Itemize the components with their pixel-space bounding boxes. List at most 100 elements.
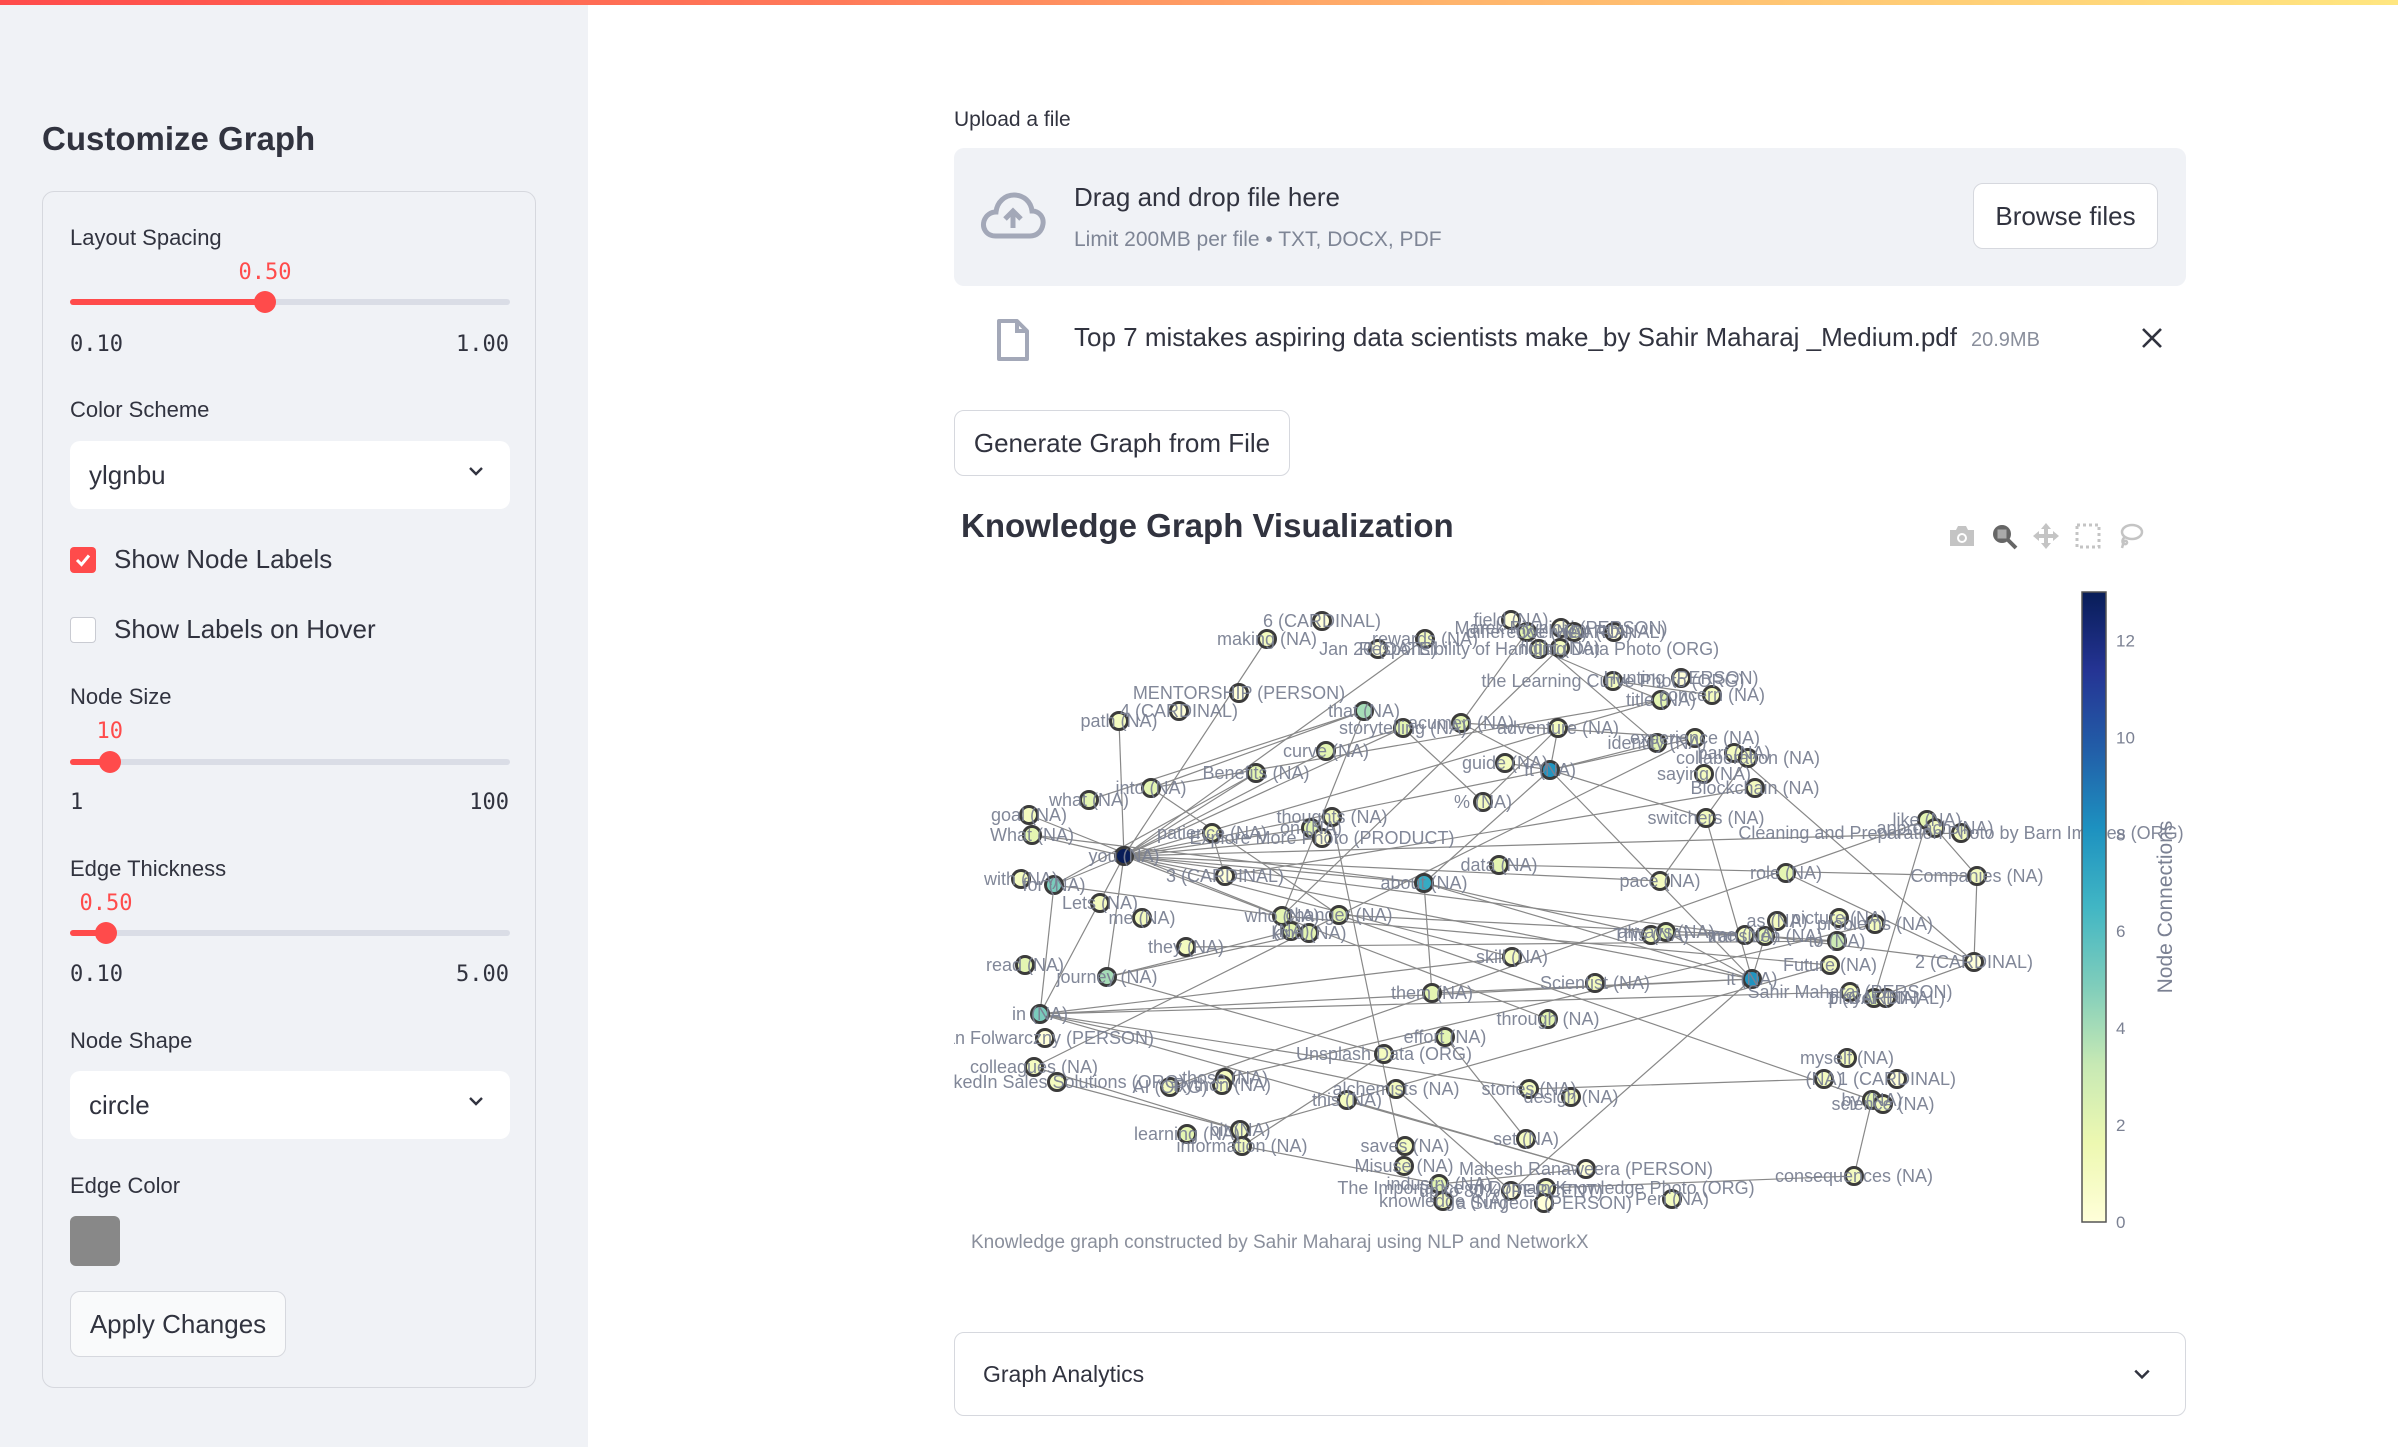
- node-label: making (NA): [1217, 629, 1317, 649]
- node-label: through (NA): [1496, 1009, 1599, 1029]
- zoom-icon[interactable]: [1990, 522, 2018, 550]
- node-shape-label: Node Shape: [70, 1028, 193, 1053]
- uploaded-file: Top 7 mistakes aspiring data scientists …: [954, 310, 2186, 372]
- layout-spacing-value: 0.50: [238, 260, 292, 285]
- chevron-down-icon: [469, 1097, 483, 1106]
- layout-spacing-min: 0.10: [70, 332, 123, 357]
- node-label: Blockchain (NA): [1690, 778, 1819, 798]
- node-label: MENTORSHIP (PERSON): [1133, 683, 1345, 703]
- node-label: title (NA): [1626, 690, 1696, 710]
- pan-icon[interactable]: [2032, 522, 2060, 550]
- node-shape-select[interactable]: circle: [70, 1071, 510, 1139]
- node-label: science (NA): [1831, 1094, 1934, 1114]
- knowledge-graph-plot[interactable]: 6 (CARDINAL)making (NA) rewards (NA)Jan 2…: [954, 580, 2186, 1260]
- generate-graph-button[interactable]: Generate Graph from File: [954, 410, 1290, 476]
- node-label: data (NA): [1460, 855, 1537, 875]
- show-node-labels-label: Show Node Labels: [114, 544, 333, 574]
- color-scheme-select[interactable]: ylgnbu: [70, 441, 510, 509]
- node-label: adventure (NA): [1497, 718, 1619, 738]
- node-label: about (NA): [1380, 873, 1467, 893]
- node-label: you (NA): [1088, 846, 1159, 866]
- layout-spacing-slider[interactable]: [70, 291, 510, 313]
- chart-title: Knowledge Graph Visualization: [961, 507, 1454, 544]
- chart-annotation: Knowledge graph constructed by Sahir Mah…: [971, 1232, 1589, 1253]
- node-label: role (NA): [1750, 863, 1822, 883]
- show-labels-on-hover-checkbox[interactable]: Show Labels on Hover: [70, 614, 376, 645]
- graph-analytics-expander[interactable]: Graph Analytics: [954, 1332, 2186, 1416]
- node-label: kind (NA): [1271, 923, 1346, 943]
- node-label: 3 (CARDINAL): [1166, 866, 1284, 886]
- node-label: Pen (NA): [1635, 1189, 1709, 1209]
- node-label: Jan Folwarczny (PERSON): [954, 1028, 1154, 1048]
- dropzone-title: Drag and drop file here: [1074, 182, 1340, 212]
- node-label: path (NA): [1080, 711, 1157, 731]
- colorbar-tick: 8: [2116, 825, 2125, 844]
- edge-thickness-label: Edge Thickness: [70, 856, 227, 881]
- slider-thumb[interactable]: [254, 291, 276, 313]
- labels-layer: 6 (CARDINAL)making (NA) rewards (NA)Jan 2…: [954, 610, 2184, 1213]
- apply-changes-button[interactable]: Apply Changes: [70, 1291, 286, 1357]
- node-label: pace (NA): [1619, 871, 1700, 891]
- node-label: journey (NA): [1055, 967, 1157, 987]
- node-label: alchemists (NA): [1332, 1079, 1459, 1099]
- upload-label: Upload a file: [954, 108, 1071, 131]
- color-scheme-label: Color Scheme: [70, 397, 210, 422]
- node-label: flight (NA): [1520, 638, 1600, 658]
- node-label: Companies (NA): [1910, 866, 2043, 886]
- node-label: set (NA): [1493, 1129, 1559, 1149]
- graph-edge: [1498, 864, 1978, 877]
- node-label: always (NA): [1617, 922, 1714, 942]
- box-select-icon[interactable]: [2074, 522, 2102, 550]
- graph-edge: [1423, 882, 1433, 994]
- color-scheme-value: ylgnbu: [89, 459, 166, 490]
- node-label: me (NA): [1109, 908, 1176, 928]
- layout-spacing-max: 1.00: [456, 332, 509, 357]
- node-label: goal (NA): [991, 805, 1067, 825]
- node-size-slider[interactable]: [70, 751, 510, 773]
- sidebar: Customize Graph Layout Spacing 0.50 0.10…: [0, 0, 588, 1447]
- browse-files-button[interactable]: Browse files: [1973, 183, 2158, 249]
- edge-thickness-slider[interactable]: [70, 922, 510, 944]
- show-node-labels-checkbox[interactable]: Show Node Labels: [70, 544, 332, 575]
- colorbar-gradient: [2081, 591, 2107, 1223]
- colorbar-tick: 2: [2116, 1116, 2125, 1135]
- colorbar: 0 2 4 6 8 10 12 Node Connections: [2081, 591, 2177, 1232]
- node-label: Scientist (NA): [1540, 973, 1650, 993]
- cloud-upload-icon: [981, 192, 1046, 239]
- colorbar-tick: 0: [2116, 1213, 2125, 1232]
- checkbox-unchecked-icon[interactable]: [70, 616, 96, 643]
- node-label: What (NA): [990, 825, 1074, 845]
- node-label: design (NA): [1523, 1087, 1618, 1107]
- node-label: % (NA): [1454, 792, 1512, 812]
- graph-edge: [1169, 819, 1928, 1088]
- graph-edge: [1973, 875, 1978, 963]
- camera-icon[interactable]: [1948, 522, 1976, 550]
- edge-thickness-max: 5.00: [456, 962, 509, 987]
- layout-spacing-label: Layout Spacing: [70, 225, 222, 250]
- file-dropzone[interactable]: Drag and drop file here Limit 200MB per …: [954, 148, 2186, 286]
- node-label: saves (NA): [1360, 1136, 1449, 1156]
- node-label: in (NA): [1012, 1004, 1068, 1024]
- slider-fill: [70, 299, 265, 305]
- remove-file-button[interactable]: [2140, 324, 2164, 354]
- graph-edge: [1039, 884, 1055, 1015]
- close-icon[interactable]: [2140, 326, 2164, 350]
- lasso-select-icon[interactable]: [2116, 522, 2144, 550]
- colorbar-tick: 6: [2116, 922, 2125, 941]
- colorbar-tick: 10: [2116, 728, 2135, 747]
- node-label: transition (NA): [1707, 926, 1822, 946]
- node-label: Future (NA): [1783, 955, 1877, 975]
- node-label: a Surgeon (PERSON): [1456, 1193, 1632, 1213]
- slider-thumb[interactable]: [95, 922, 117, 944]
- edge-color-picker[interactable]: [70, 1216, 120, 1266]
- file-icon: [997, 319, 1029, 361]
- slider-thumb[interactable]: [99, 751, 121, 773]
- node-label: information (NA): [1176, 1136, 1307, 1156]
- checkbox-checked-icon[interactable]: [70, 546, 96, 573]
- edge-thickness-min: 0.10: [70, 962, 123, 987]
- node-label: consequences (NA): [1775, 1166, 1933, 1186]
- plot-modebar: [1948, 522, 2144, 550]
- node-label: (NA): [1806, 1069, 1843, 1089]
- edge-thickness-value: 0.50: [79, 891, 133, 916]
- node-label: them (NA): [1391, 983, 1473, 1003]
